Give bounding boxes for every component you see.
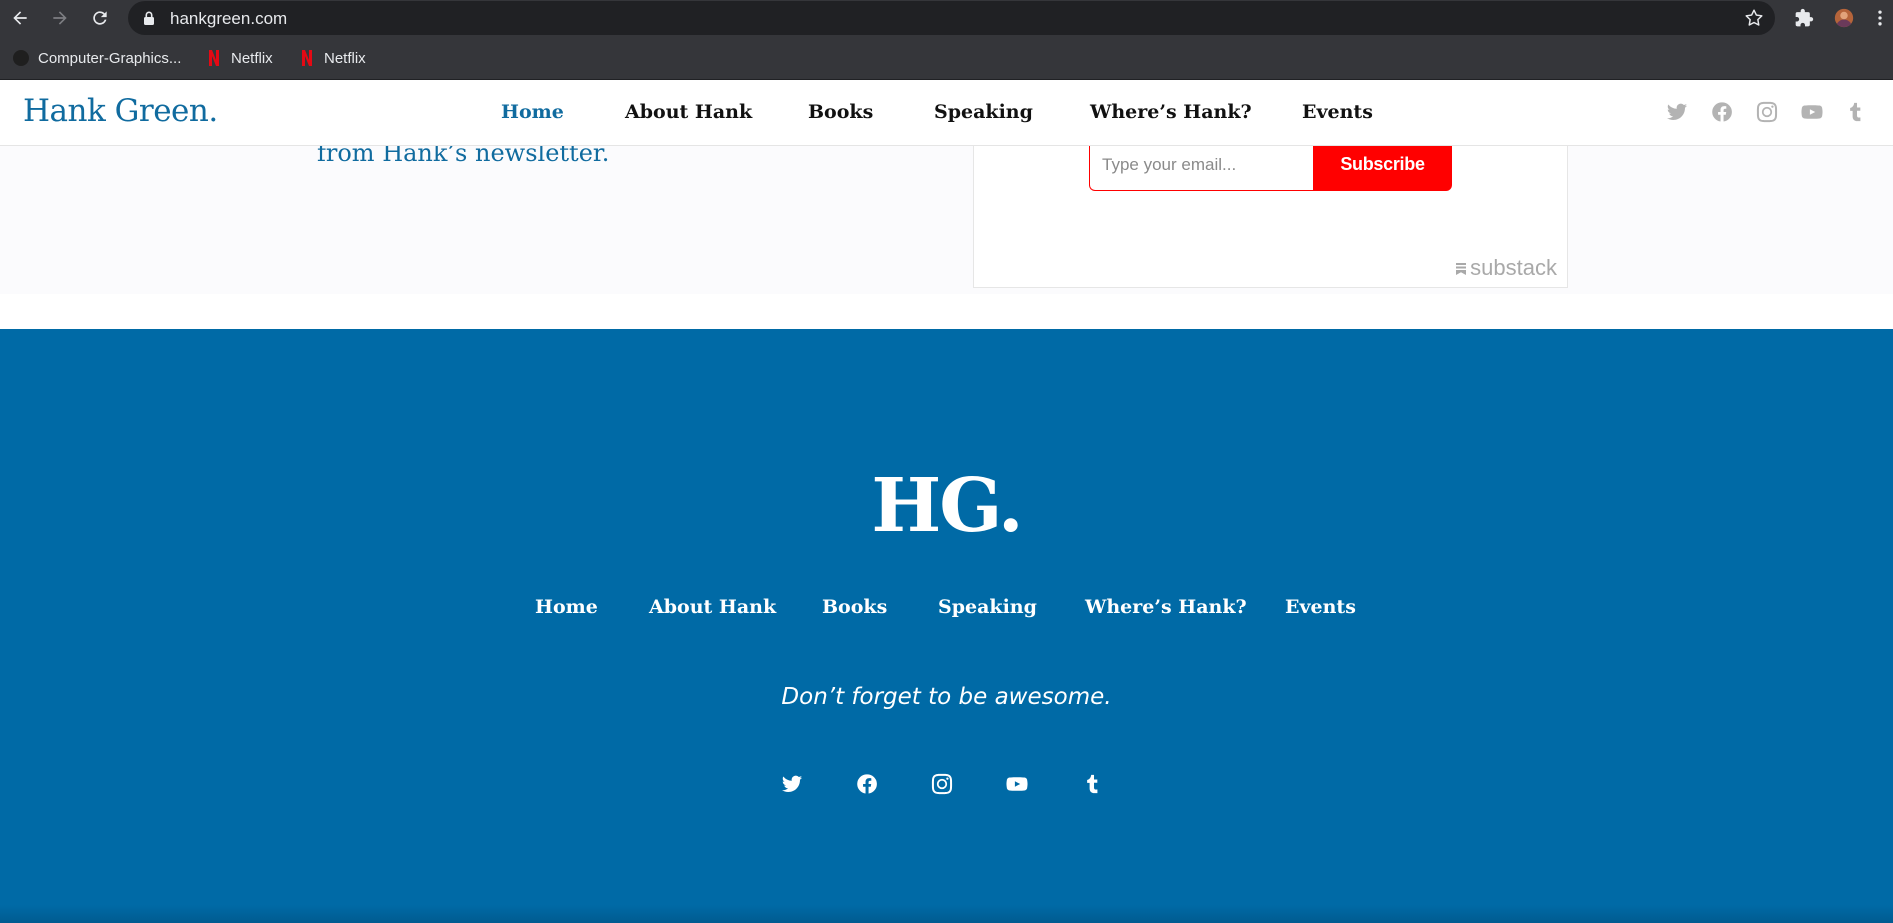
bookmark-star-icon[interactable]: [1743, 7, 1765, 29]
nav-wheres-hank[interactable]: Where’s Hank?: [1090, 101, 1252, 123]
netflix-icon: [298, 49, 316, 67]
profile-avatar[interactable]: [1830, 4, 1858, 32]
browser-menu-button[interactable]: [1870, 4, 1890, 32]
netflix-icon: [205, 49, 223, 67]
footer-divider: [0, 905, 1893, 923]
lock-icon: [144, 11, 154, 25]
newsletter-section: from Hank’s newsletter. Subscribe substa…: [0, 138, 1893, 294]
page-viewport: from Hank’s newsletter. Subscribe substa…: [0, 81, 1893, 923]
substack-badge[interactable]: substack: [1455, 255, 1557, 281]
github-icon: [12, 49, 30, 67]
nav-about-hank[interactable]: About Hank: [625, 101, 752, 123]
youtube-icon[interactable]: [1800, 100, 1824, 124]
nav-events[interactable]: Events: [1302, 101, 1373, 123]
footer-tagline: Don’t forget to be awesome.: [781, 684, 1112, 710]
tumblr-icon[interactable]: [1080, 772, 1104, 796]
bookmarks-bar: Computer-Graphics... Netflix Netflix: [0, 36, 1893, 80]
nav-books[interactable]: Books: [808, 101, 873, 123]
address-bar[interactable]: hankgreen.com: [128, 1, 1775, 35]
site-header: Hank Green. Home About Hank Books Speaki…: [0, 81, 1893, 146]
browser-toolbar: hankgreen.com: [0, 0, 1893, 36]
footer-logo[interactable]: HG.: [0, 463, 1893, 549]
reload-button[interactable]: [86, 4, 114, 32]
site-logo[interactable]: Hank Green.: [23, 93, 218, 129]
puzzle-icon: [1795, 8, 1814, 27]
footer-nav-events[interactable]: Events: [1285, 596, 1356, 618]
bookmark-label: Netflix: [324, 49, 366, 67]
bookmark-label: Netflix: [231, 49, 273, 67]
twitter-icon[interactable]: [1665, 100, 1689, 124]
footer-nav-wheres-hank[interactable]: Where’s Hank?: [1085, 596, 1247, 618]
kebab-menu-icon: [1878, 10, 1882, 26]
arrow-left-icon: [13, 11, 27, 25]
instagram-icon[interactable]: [1755, 100, 1779, 124]
footer-nav-books[interactable]: Books: [822, 596, 887, 618]
bookmark-netflix-1[interactable]: Netflix: [205, 46, 273, 70]
forward-button[interactable]: [46, 4, 74, 32]
bookmark-computer-graphics[interactable]: Computer-Graphics...: [12, 46, 181, 70]
footer-nav-home[interactable]: Home: [535, 596, 598, 618]
bookmark-label: Computer-Graphics...: [38, 49, 182, 67]
substack-icon: [1456, 262, 1467, 275]
nav-speaking[interactable]: Speaking: [934, 101, 1033, 123]
twitter-icon[interactable]: [780, 772, 804, 796]
avatar-icon: [1834, 8, 1854, 28]
footer-nav-about-hank[interactable]: About Hank: [649, 596, 776, 618]
url-text: hankgreen.com: [170, 9, 288, 28]
tumblr-icon[interactable]: [1843, 100, 1867, 124]
extensions-button[interactable]: [1790, 4, 1818, 32]
bookmark-netflix-2[interactable]: Netflix: [298, 46, 366, 70]
reload-icon: [93, 11, 107, 25]
youtube-icon[interactable]: [1005, 772, 1029, 796]
facebook-icon[interactable]: [855, 772, 879, 796]
arrow-right-icon: [53, 11, 67, 25]
nav-home[interactable]: Home: [501, 101, 564, 123]
substack-signup-card: Subscribe substack: [973, 138, 1568, 288]
substack-label: substack: [1470, 255, 1557, 280]
site-footer: HG. Home About Hank Books Speaking Where…: [0, 329, 1893, 923]
footer-nav-speaking[interactable]: Speaking: [938, 596, 1037, 618]
instagram-icon[interactable]: [930, 772, 954, 796]
facebook-icon[interactable]: [1710, 100, 1734, 124]
back-button[interactable]: [6, 4, 34, 32]
